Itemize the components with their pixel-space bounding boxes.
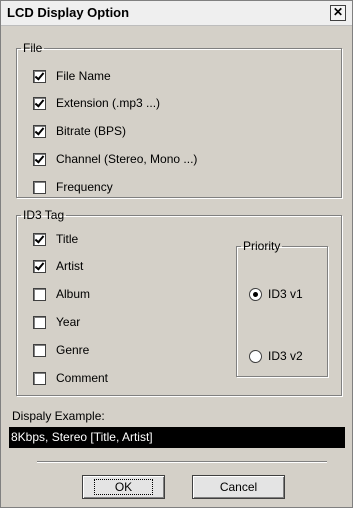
bitrate-option[interactable]: Bitrate (BPS) — [33, 122, 126, 140]
display-example-label: Dispaly Example: — [12, 409, 105, 423]
title-option[interactable]: Title — [33, 230, 78, 248]
ok-button-label: OK — [93, 479, 154, 495]
divider — [37, 461, 327, 463]
frequency-option[interactable]: Frequency — [33, 178, 113, 196]
id3-v1-option[interactable]: ID3 v1 — [249, 287, 303, 301]
genre-checkbox[interactable] — [33, 343, 46, 357]
comment-checkbox[interactable] — [33, 371, 46, 385]
close-icon[interactable]: ✕ — [330, 5, 346, 21]
id3-v1-radio[interactable] — [249, 287, 262, 301]
year-checkbox[interactable] — [33, 315, 46, 329]
genre-label: Genre — [56, 343, 90, 357]
comment-label: Comment — [56, 371, 109, 385]
album-option[interactable]: Album — [33, 285, 90, 303]
comment-option[interactable]: Comment — [33, 369, 108, 387]
priority-group: Priority ID3 v1 ID3 v2 — [236, 239, 328, 377]
extension-label: Extension (.mp3 ...) — [56, 96, 161, 110]
bitrate-checkbox[interactable] — [33, 124, 46, 138]
id3-tag-group: ID3 Tag Title Artist Album Year Genre Co… — [16, 208, 342, 396]
genre-option[interactable]: Genre — [33, 341, 89, 359]
artist-option[interactable]: Artist — [33, 257, 83, 275]
file-name-option[interactable]: File Name — [33, 67, 111, 85]
year-label: Year — [56, 315, 81, 329]
id3-v1-label: ID3 v1 — [268, 287, 303, 301]
title-checkbox[interactable] — [33, 232, 46, 246]
lcd-display-option-dialog: LCD Display Option ✕ File File Name Exte… — [0, 0, 353, 508]
priority-group-legend: Priority — [243, 239, 281, 253]
album-checkbox[interactable] — [33, 287, 46, 301]
file-group-legend: File — [23, 41, 43, 55]
bitrate-label: Bitrate (BPS) — [56, 124, 127, 138]
frequency-label: Frequency — [56, 180, 113, 194]
extension-option[interactable]: Extension (.mp3 ...) — [33, 94, 160, 112]
artist-label: Artist — [56, 259, 84, 273]
dialog-title: LCD Display Option — [7, 5, 130, 20]
channel-option[interactable]: Channel (Stereo, Mono ...) — [33, 150, 197, 168]
file-name-checkbox[interactable] — [33, 69, 46, 83]
ok-button[interactable]: OK — [82, 475, 165, 499]
extension-checkbox[interactable] — [33, 96, 46, 110]
id3-v2-radio[interactable] — [249, 349, 262, 363]
frequency-checkbox[interactable] — [33, 180, 46, 194]
cancel-button[interactable]: Cancel — [192, 475, 285, 499]
file-name-label: File Name — [56, 69, 111, 83]
year-option[interactable]: Year — [33, 313, 80, 331]
id3-tag-group-legend: ID3 Tag — [23, 208, 65, 222]
id3-v2-option[interactable]: ID3 v2 — [249, 349, 303, 363]
channel-label: Channel (Stereo, Mono ...) — [56, 152, 198, 166]
title-bar[interactable]: LCD Display Option ✕ — [1, 1, 352, 26]
file-group: File File Name Extension (.mp3 ...) Bitr… — [16, 41, 342, 198]
title-label: Title — [56, 232, 79, 246]
id3-v2-label: ID3 v2 — [268, 349, 303, 363]
album-label: Album — [56, 287, 91, 301]
display-example-box: 8Kbps, Stereo [Title, Artist] — [9, 427, 345, 448]
channel-checkbox[interactable] — [33, 152, 46, 166]
artist-checkbox[interactable] — [33, 259, 46, 273]
